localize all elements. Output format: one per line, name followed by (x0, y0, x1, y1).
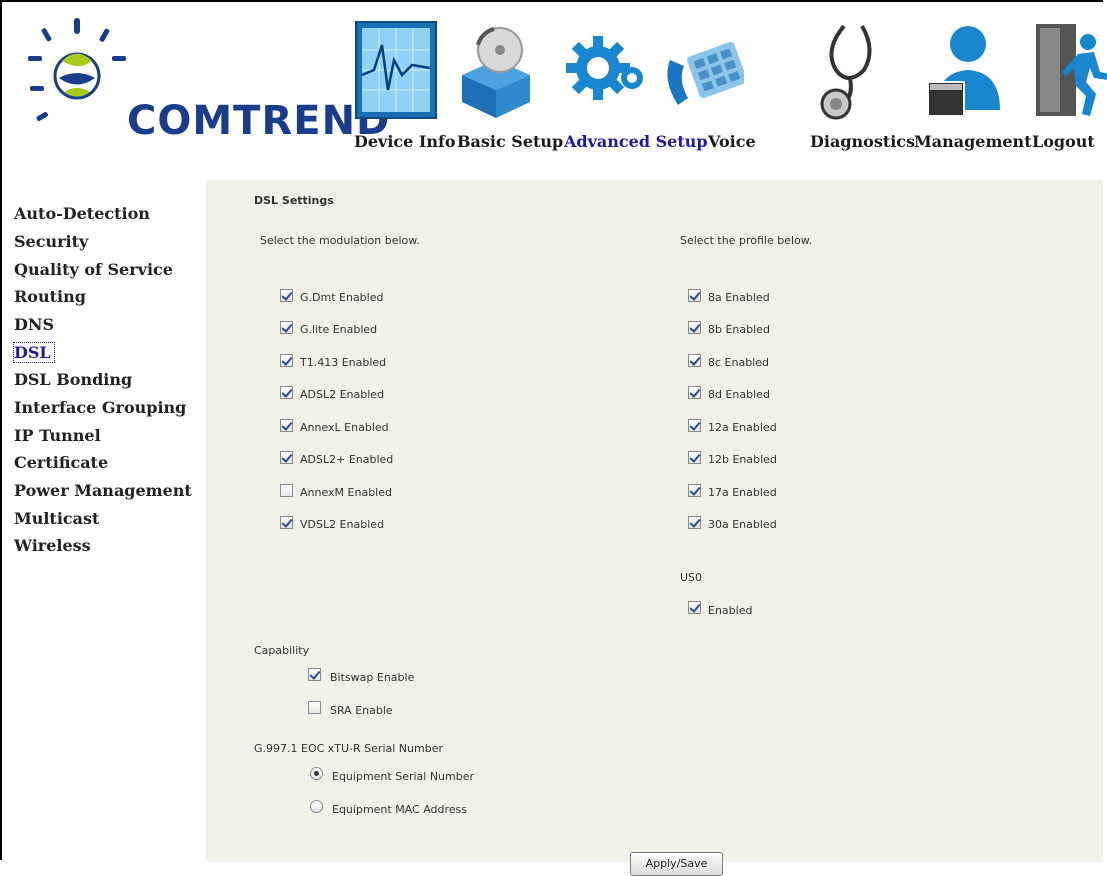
equipment-serial-radio[interactable] (310, 767, 323, 780)
apply-save-button[interactable]: Apply/Save (630, 852, 723, 876)
nav-device-info[interactable]: Device Info (354, 132, 456, 151)
nav-voice[interactable]: Voice (708, 132, 756, 151)
comtrend-globe-icon (28, 18, 126, 121)
gdmt-label: G.Dmt Enabled (300, 291, 384, 304)
main-content: DSL Settings Select the modulation below… (206, 180, 1103, 876)
annexm-label: AnnexM Enabled (300, 486, 392, 499)
adsl2plus-label: ADSL2+ Enabled (300, 453, 394, 466)
nav-advanced-setup[interactable]: Advanced Setup (564, 132, 708, 151)
sidebar-item-wireless[interactable]: Wireless (14, 536, 91, 555)
us0-heading: US0 (680, 571, 703, 584)
sidebar-item-power-management[interactable]: Power Management (14, 481, 192, 500)
vdsl2-label: VDSL2 Enabled (300, 518, 385, 531)
profile-8b-checkbox[interactable] (688, 321, 701, 334)
glite-checkbox[interactable] (280, 321, 293, 334)
sidebar-item-dsl-bonding[interactable]: DSL Bonding (14, 370, 132, 389)
nav-management[interactable]: Management (914, 132, 1032, 151)
diagnostics-stethoscope-icon[interactable] (814, 20, 898, 122)
profile-30a-checkbox[interactable] (688, 516, 701, 529)
bitswap-label: Bitswap Enable (330, 671, 415, 684)
sra-checkbox[interactable] (308, 701, 321, 714)
profile-17a-label: 17a Enabled (708, 486, 777, 499)
sidebar-item-dsl[interactable]: DSL (13, 342, 55, 363)
us0-checkbox[interactable] (688, 601, 701, 614)
profile-12a-label: 12a Enabled (708, 421, 777, 434)
profile-17a-checkbox[interactable] (688, 484, 701, 497)
management-user-icon[interactable] (922, 20, 1006, 122)
header: COMTREND Device Info Basic Setup Advance… (2, 2, 1107, 180)
profile-8c-checkbox[interactable] (688, 354, 701, 367)
sidebar-item-dns[interactable]: DNS (14, 315, 54, 334)
profile-8b-label: 8b Enabled (708, 323, 770, 336)
t1413-label: T1.413 Enabled (300, 356, 387, 369)
gdmt-checkbox[interactable] (280, 289, 293, 302)
annexl-checkbox[interactable] (280, 419, 293, 432)
capability-heading: Capability (254, 644, 310, 657)
sidebar-item-security[interactable]: Security (14, 232, 88, 251)
equipment-mac-label: Equipment MAC Address (332, 803, 468, 816)
bitswap-checkbox[interactable] (308, 668, 321, 681)
glite-label: G.lite Enabled (300, 323, 378, 336)
modulation-prompt: Select the modulation below. (260, 234, 420, 247)
nav-logout[interactable]: Logout (1032, 132, 1095, 151)
profile-30a-label: 30a Enabled (708, 518, 777, 531)
sidebar-item-multicast[interactable]: Multicast (14, 509, 99, 528)
us0-label: Enabled (708, 604, 753, 617)
adsl2plus-checkbox[interactable] (280, 451, 293, 464)
profile-12b-label: 12b Enabled (708, 453, 777, 466)
sidebar: Auto-Detection Security Quality of Servi… (2, 180, 206, 862)
sidebar-item-certificate[interactable]: Certificate (14, 453, 108, 472)
nav-basic-setup[interactable]: Basic Setup (457, 132, 563, 151)
basic-setup-box-icon[interactable] (454, 20, 538, 122)
nav-diagnostics[interactable]: Diagnostics (810, 132, 915, 151)
serial-number-heading: G.997.1 EOC xTU-R Serial Number (254, 742, 443, 755)
brand-name: COMTREND (127, 98, 391, 144)
profile-8a-checkbox[interactable] (688, 289, 701, 302)
profile-8c-label: 8c Enabled (708, 356, 769, 369)
advanced-setup-gears-icon[interactable] (564, 20, 648, 122)
annexl-label: AnnexL Enabled (300, 421, 389, 434)
adsl2-checkbox[interactable] (280, 386, 293, 399)
profile-prompt: Select the profile below. (680, 234, 813, 247)
sidebar-item-quality-of-service[interactable]: Quality of Service (14, 260, 173, 279)
sidebar-item-interface-grouping[interactable]: Interface Grouping (14, 398, 186, 417)
vdsl2-checkbox[interactable] (280, 516, 293, 529)
equipment-mac-radio[interactable] (310, 800, 323, 813)
equipment-serial-label: Equipment Serial Number (332, 770, 475, 783)
profile-8d-label: 8d Enabled (708, 388, 770, 401)
profile-8a-label: 8a Enabled (708, 291, 770, 304)
sidebar-item-routing[interactable]: Routing (14, 287, 86, 306)
sidebar-item-ip-tunnel[interactable]: IP Tunnel (14, 426, 101, 445)
page-title: DSL Settings (254, 194, 334, 207)
device-info-chart-icon[interactable] (354, 20, 438, 122)
voice-phone-icon[interactable] (660, 20, 744, 122)
logout-door-icon[interactable] (1030, 20, 1107, 122)
adsl2-label: ADSL2 Enabled (300, 388, 385, 401)
sra-label: SRA Enable (330, 704, 393, 717)
sidebar-item-auto-detection[interactable]: Auto-Detection (14, 204, 150, 223)
profile-12b-checkbox[interactable] (688, 451, 701, 464)
profile-8d-checkbox[interactable] (688, 386, 701, 399)
annexm-checkbox[interactable] (280, 484, 293, 497)
t1413-checkbox[interactable] (280, 354, 293, 367)
comtrend-logo: COMTREND (22, 16, 389, 144)
profile-12a-checkbox[interactable] (688, 419, 701, 432)
